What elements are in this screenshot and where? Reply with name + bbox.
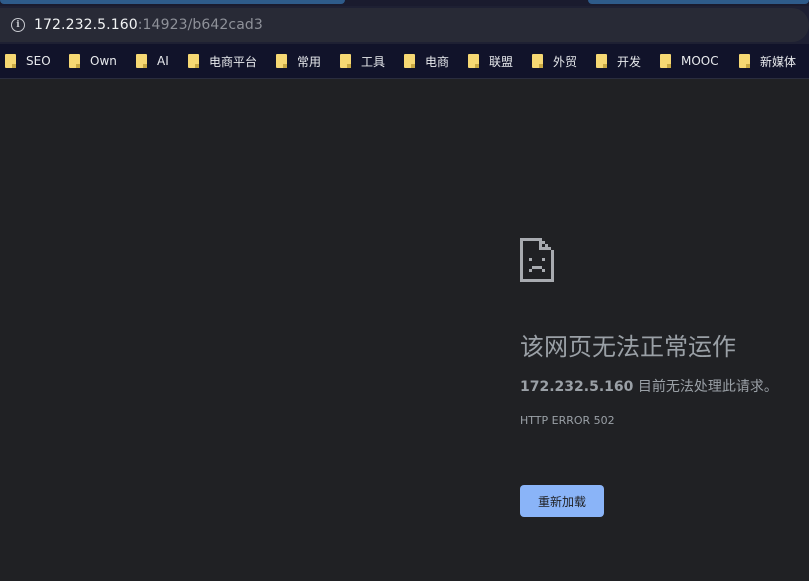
bookmark-folder-alliance[interactable]: 联盟 xyxy=(468,44,513,78)
bookmark-label: AI xyxy=(157,54,169,68)
toolbar: i 172.232.5.160:14923/b642cad3 xyxy=(0,6,809,44)
address-bar[interactable]: i 172.232.5.160:14923/b642cad3 xyxy=(0,8,809,42)
sad-page-icon xyxy=(520,238,554,282)
folder-icon xyxy=(136,54,147,68)
tab-edge-left[interactable] xyxy=(0,0,345,4)
bookmark-folder-foreign-trade[interactable]: 外贸 xyxy=(532,44,577,78)
bookmark-folder-tools[interactable]: 工具 xyxy=(340,44,385,78)
folder-icon xyxy=(660,54,671,68)
reload-button[interactable]: 重新加载 xyxy=(520,485,604,517)
bookmark-folder-new-media[interactable]: 新媒体 xyxy=(739,44,796,78)
error-message: 172.232.5.160 目前无法处理此请求。 xyxy=(520,376,778,396)
folder-icon xyxy=(340,54,351,68)
url-text[interactable]: 172.232.5.160:14923/b642cad3 xyxy=(34,17,263,33)
bookmark-folder-mooc[interactable]: MOOC xyxy=(660,44,719,78)
url-host: 172.232.5.160 xyxy=(34,17,138,33)
folder-icon xyxy=(739,54,750,68)
folder-icon xyxy=(69,54,80,68)
bookmark-label: 开发 xyxy=(617,54,642,69)
info-icon[interactable]: i xyxy=(11,18,25,32)
error-title: 该网页无法正常运作 xyxy=(520,333,736,361)
bookmark-label: Own xyxy=(90,54,117,68)
folder-icon xyxy=(188,54,199,68)
bookmark-label: 外贸 xyxy=(553,54,578,69)
folder-icon xyxy=(404,54,415,68)
bookmark-label: 工具 xyxy=(361,54,386,69)
bookmark-folder-common[interactable]: 常用 xyxy=(276,44,321,78)
bookmark-folder-seo[interactable]: SEO xyxy=(5,44,51,78)
bookmark-label: 新媒体 xyxy=(760,54,797,69)
bookmark-label: 电商 xyxy=(425,54,450,69)
bookmark-label: 常用 xyxy=(297,54,322,69)
bookmark-folder-own[interactable]: Own xyxy=(69,44,117,78)
folder-icon xyxy=(276,54,287,68)
bookmark-label: 联盟 xyxy=(489,54,514,69)
bookmarks-bar: SEO Own AI 电商平台 常用 工具 电商 联盟 外贸 开发 MOOC 新… xyxy=(0,44,809,79)
error-code: HTTP ERROR 502 xyxy=(520,414,615,427)
bookmark-folder-ecommerce[interactable]: 电商 xyxy=(404,44,449,78)
error-host: 172.232.5.160 xyxy=(520,379,634,395)
folder-icon xyxy=(5,54,16,68)
folder-icon xyxy=(596,54,607,68)
browser-window: i 172.232.5.160:14923/b642cad3 SEO Own A… xyxy=(0,0,809,581)
bookmark-folder-ecommerce-platform[interactable]: 电商平台 xyxy=(188,44,257,78)
bookmark-folder-dev[interactable]: 开发 xyxy=(596,44,641,78)
tab-edge-right[interactable] xyxy=(588,0,809,4)
error-message-text: 目前无法处理此请求。 xyxy=(633,379,778,395)
folder-icon xyxy=(532,54,543,68)
bookmark-label: 电商平台 xyxy=(209,54,258,69)
bookmark-label: MOOC xyxy=(681,54,719,68)
folder-icon xyxy=(468,54,479,68)
bookmark-folder-ai[interactable]: AI xyxy=(136,44,169,78)
bookmark-label: SEO xyxy=(26,54,51,68)
url-path: :14923/b642cad3 xyxy=(137,17,263,33)
